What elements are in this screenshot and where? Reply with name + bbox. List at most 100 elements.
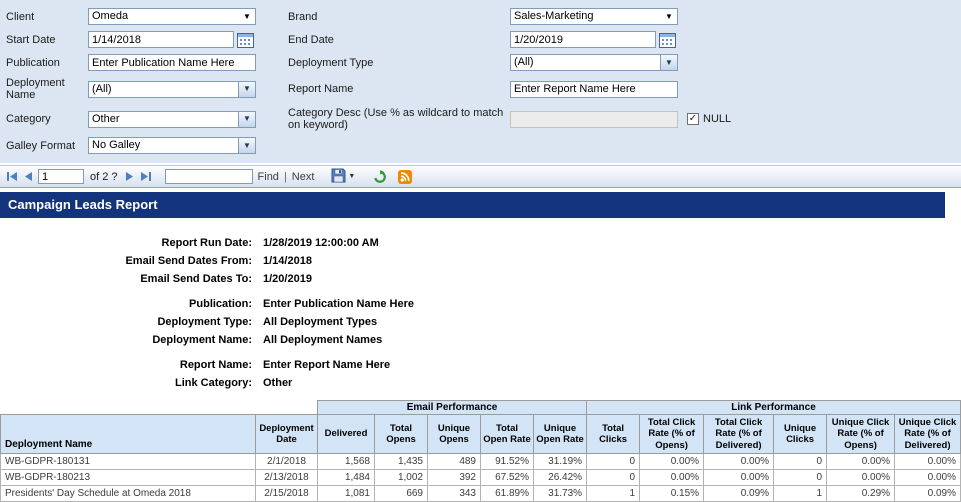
brand-dropdown[interactable]: Sales-Marketing ▼ (510, 8, 678, 25)
start-date-label: Start Date (6, 34, 88, 46)
deployment-name-dropdown-value: (All) (89, 82, 238, 97)
find-text-input[interactable] (165, 169, 253, 184)
data-cell: 1,484 (318, 470, 375, 486)
meta-row: Link Category:Other (0, 374, 961, 392)
data-cell: 392 (428, 470, 481, 486)
start-date-input[interactable] (88, 31, 234, 48)
meta-row: Email Send Dates To: 1/20/2019 (0, 270, 961, 288)
page-number-input[interactable] (38, 169, 84, 184)
combo-button[interactable]: ▼ (238, 82, 255, 97)
data-cell: 1,002 (375, 470, 428, 486)
client-dropdown-value: Omeda (89, 9, 239, 24)
client-dropdown[interactable]: Omeda ▼ (88, 8, 256, 25)
column-header: Delivered (318, 415, 375, 454)
column-header: Total Click Rate (% of Delivered) (704, 415, 774, 454)
chevron-down-icon: ▼ (239, 9, 255, 24)
data-cell: 669 (375, 486, 428, 502)
data-cell: 0.09% (895, 486, 961, 502)
last-page-button[interactable] (139, 171, 153, 182)
column-header: Unique Click Rate (% of Opens) (827, 415, 895, 454)
meta-value: All Deployment Names (263, 331, 382, 349)
group-header: Email Performance (318, 401, 587, 415)
data-cell: 0 (774, 454, 827, 470)
meta-value: All Deployment Types (263, 313, 377, 331)
data-cell: 0.00% (704, 470, 774, 486)
save-export-icon (331, 168, 346, 186)
meta-row: Email Send Dates From:1/14/2018 (0, 252, 961, 270)
deployment-type-dropdown[interactable]: (All) ▼ (510, 54, 678, 71)
next-link[interactable]: Next (292, 171, 315, 183)
table-row: WB-GDPR-1801312/1/20181,5681,43548991.52… (1, 454, 961, 470)
refresh-button[interactable] (373, 170, 387, 184)
prev-page-button[interactable] (23, 171, 34, 182)
combo-button[interactable]: ▼ (238, 112, 255, 127)
column-header: Unique Click Rate (% of Delivered) (895, 415, 961, 454)
find-link[interactable]: Find (258, 171, 279, 183)
report-viewer-toolbar: of 2 ? Find | Next ▼ (0, 165, 961, 188)
chevron-down-icon: ▼ (243, 142, 251, 150)
data-cell: 0.29% (827, 486, 895, 502)
deployment-name-dropdown[interactable]: (All) ▼ (88, 81, 256, 98)
data-cell: 0.00% (895, 454, 961, 470)
meta-label: Deployment Name: (0, 331, 252, 349)
null-checkbox-label: NULL (703, 113, 731, 125)
meta-value: Enter Report Name Here (263, 356, 390, 374)
first-page-button[interactable] (5, 171, 19, 182)
export-dropdown-button[interactable]: ▼ (331, 168, 355, 186)
meta-row: Deployment Name: All Deployment Names (0, 331, 961, 349)
chevron-down-icon: ▼ (243, 115, 251, 123)
category-dropdown[interactable]: Other ▼ (88, 111, 256, 128)
deployment-type-dropdown-value: (All) (511, 55, 660, 70)
meta-label: Publication: (0, 295, 252, 313)
publication-input[interactable] (88, 54, 256, 71)
column-header: Total Opens (375, 415, 428, 454)
chevron-down-icon: ▼ (243, 85, 251, 93)
meta-label: Report Run Date: (0, 234, 252, 252)
data-cell: 0 (774, 470, 827, 486)
data-cell: 31.73% (534, 486, 587, 502)
galley-format-dropdown[interactable]: No Galley ▼ (88, 137, 256, 154)
group-header: Link Performance (587, 401, 961, 415)
data-cell: 1 (774, 486, 827, 502)
end-date-label: End Date (288, 34, 510, 46)
meta-row: Deployment Type:All Deployment Types (0, 313, 961, 331)
data-cell: 0 (587, 454, 640, 470)
report-name-input[interactable] (510, 81, 678, 98)
data-cell: 0.09% (704, 486, 774, 502)
combo-button[interactable]: ▼ (238, 138, 255, 153)
data-cell: 1 (587, 486, 640, 502)
parameter-panel: Client Omeda ▼ Brand Sales-Marketing ▼ S… (0, 0, 961, 163)
first-page-icon (6, 171, 18, 182)
next-page-button[interactable] (124, 171, 135, 182)
chevron-down-icon: ▼ (665, 59, 673, 67)
data-cell: 0.00% (640, 470, 704, 486)
table-row: WB-GDPR-1802132/13/20181,4841,00239267.5… (1, 470, 961, 486)
calendar-icon[interactable] (659, 32, 676, 48)
report-title: Campaign Leads Report (8, 197, 158, 212)
column-header: Unique Opens (428, 415, 481, 454)
calendar-icon[interactable] (237, 32, 254, 48)
column-header: Deployment Date (256, 415, 318, 454)
meta-value: 1/20/2019 (263, 270, 312, 288)
data-cell: 343 (428, 486, 481, 502)
data-feed-icon (398, 170, 412, 184)
column-header: Total Open Rate (481, 415, 534, 454)
column-header: Unique Clicks (774, 415, 827, 454)
null-checkbox[interactable]: ✓ (687, 113, 699, 125)
meta-label: Email Send Dates To: (0, 270, 252, 288)
end-date-input[interactable] (510, 31, 656, 48)
combo-button[interactable]: ▼ (660, 55, 677, 70)
data-cell: 1,435 (375, 454, 428, 470)
meta-row: Report Name:Enter Report Name Here (0, 356, 961, 374)
data-feed-button[interactable] (398, 170, 412, 184)
data-cell: 0.15% (640, 486, 704, 502)
chevron-down-icon: ▼ (661, 9, 677, 24)
refresh-icon (373, 170, 387, 184)
prev-page-icon (24, 171, 33, 182)
data-cell: 67.52% (481, 470, 534, 486)
data-cell: 0.00% (827, 470, 895, 486)
data-cell: 31.19% (534, 454, 587, 470)
meta-row: Report Run Date:1/28/2019 12:00:00 AM (0, 234, 961, 252)
client-label: Client (6, 11, 88, 23)
data-cell: 0.00% (895, 470, 961, 486)
